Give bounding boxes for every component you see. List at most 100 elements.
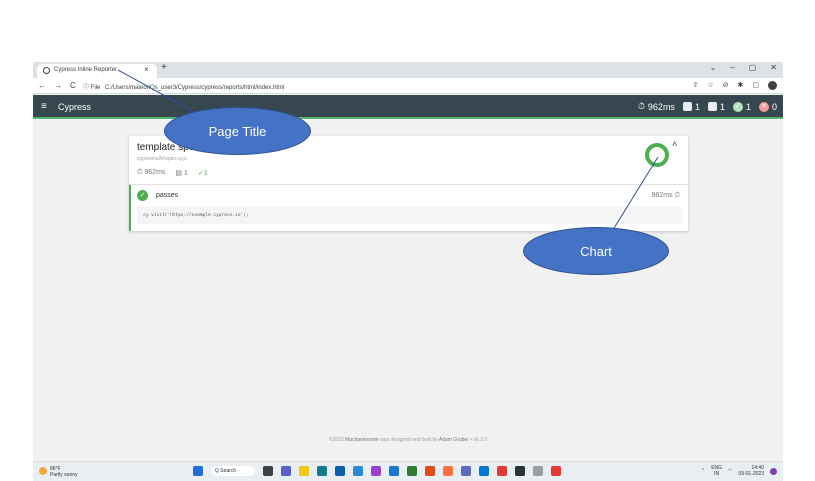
extension-icons: ⇪ ☆ ⊘ ✱ ▢ <box>692 81 777 90</box>
bookmark-star-icon[interactable]: ☆ <box>707 81 713 90</box>
passes-filter[interactable]: ✓ 1 <box>732 101 751 112</box>
outlook-icon[interactable] <box>389 466 399 476</box>
test-code: cy.visit('https://example.cypress.io'); <box>137 207 682 224</box>
footer-version: • v6.2.0 <box>470 437 488 443</box>
terminal-icon[interactable] <box>515 466 525 476</box>
duration-value: 962ms <box>647 101 675 112</box>
tray-chevron-icon[interactable]: ⌃ <box>701 468 705 474</box>
minimize-button[interactable]: – <box>730 63 734 72</box>
language-indicator[interactable]: ENG IN <box>711 465 722 477</box>
nav-buttons: ← → C <box>38 81 76 90</box>
tests-filter[interactable]: 1 <box>707 102 725 112</box>
new-tab-button[interactable]: + <box>161 62 167 73</box>
failures-count: 0 <box>771 101 777 112</box>
pass-check-icon: ✓ <box>137 190 148 201</box>
taskbar-apps: Q Search <box>193 466 561 476</box>
suite-duration-value: 962ms <box>144 169 166 176</box>
report-title: Cypress <box>58 102 92 112</box>
site-info-label[interactable]: ⓘ File <box>83 85 100 91</box>
page-title-callout: Page Title <box>164 107 311 155</box>
url-field[interactable]: ⓘ File C:/Users/mateoriQs_user3/Cypress/… <box>83 82 284 91</box>
sidepanel-icon[interactable]: ▢ <box>752 81 759 90</box>
store-icon[interactable] <box>335 466 345 476</box>
suites-count: 1 <box>694 101 700 112</box>
browser-tabbar: Cypress Inline Reporter × + ⌄ – ▢ ✕ <box>33 62 783 78</box>
suite-stats: ⏱ 962ms ▤ 1 ✓1 <box>137 169 208 177</box>
chart-pass-arc <box>645 143 669 167</box>
teams-icon[interactable] <box>461 466 471 476</box>
chrome-icon[interactable] <box>497 466 507 476</box>
taskbar-search[interactable]: Q Search <box>211 466 255 476</box>
suite-duration: ⏱ 962ms <box>137 169 166 176</box>
file-explorer-icon[interactable] <box>299 466 309 476</box>
notification-icon[interactable] <box>770 467 777 475</box>
app-l-icon[interactable] <box>353 466 363 476</box>
window-controls: ⌄ – ▢ ✕ <box>710 63 777 72</box>
firefox-icon[interactable] <box>443 466 453 476</box>
collapse-toggle-icon[interactable]: ˄ <box>672 139 677 149</box>
share-icon[interactable]: ⇪ <box>692 81 698 90</box>
forward-button[interactable]: → <box>54 81 62 90</box>
navbar-stats: ⏱ 962ms 1 1 ✓ 1 ✕ 0 <box>638 101 777 112</box>
weather-text: 86°F Partly sunny <box>50 466 78 478</box>
chat-icon[interactable] <box>281 466 291 476</box>
wifi-icon[interactable]: ◠ <box>728 468 732 474</box>
footer-author-link[interactable]: Adam Gruber <box>439 437 469 443</box>
test-title: passes <box>156 192 179 199</box>
suites-filter[interactable]: 1 <box>682 101 700 112</box>
test-row[interactable]: ✓ passes 962ms ⏱ cy.visit('https://examp… <box>129 185 688 231</box>
test-duration-value: 962ms <box>651 192 673 199</box>
puzzle-icon[interactable]: ✱ <box>738 81 744 90</box>
failures-filter[interactable]: ✕ 0 <box>758 101 777 112</box>
region-code: IN <box>714 471 720 477</box>
tests-icon <box>707 102 717 111</box>
profile-avatar[interactable] <box>768 81 777 90</box>
duration-stat: ⏱ 962ms <box>638 101 675 112</box>
check-icon: ✓ <box>732 101 743 112</box>
close-tab-icon[interactable]: × <box>144 65 149 74</box>
test-duration: 962ms ⏱ <box>651 192 680 199</box>
app-orange-icon[interactable] <box>425 466 435 476</box>
suite-file: cypress\e2e\spec.cy.js <box>137 156 187 162</box>
footer-copyright: ©2023 <box>328 437 344 443</box>
start-icon[interactable] <box>193 466 203 476</box>
chart-callout: Chart <box>523 227 669 275</box>
screen: Cypress Inline Reporter × + ⌄ – ▢ ✕ ← → … <box>33 62 783 481</box>
close-window-button[interactable]: ✕ <box>770 63 777 72</box>
suite-passes: ✓1 <box>197 170 208 177</box>
taskbar: 86°F Partly sunny Q Search ⌃ ENG IN ◠ 14… <box>33 461 783 481</box>
chrome-2-icon[interactable] <box>551 466 561 476</box>
app-purple-icon[interactable] <box>371 466 381 476</box>
excel-icon[interactable] <box>407 466 417 476</box>
tab-search-icon[interactable]: ⌄ <box>710 63 717 72</box>
x-icon: ✕ <box>758 101 769 112</box>
url-text: C:/Users/mateoriQs_user3/Cypress/cypress… <box>105 85 285 91</box>
address-bar: ← → C ⓘ File C:/Users/mateoriQs_user3/Cy… <box>33 78 783 94</box>
maximize-button[interactable]: ▢ <box>749 63 757 72</box>
tab-title: Cypress Inline Reporter <box>54 67 118 73</box>
sun-icon <box>39 467 47 475</box>
taskview-icon[interactable] <box>263 466 273 476</box>
suites-icon <box>682 102 692 111</box>
suite-tests-value: 1 <box>183 170 188 177</box>
system-tray: ⌃ ENG IN ◠ 14:40 09-01-2023 <box>701 465 777 477</box>
browser-tab[interactable]: Cypress Inline Reporter × <box>37 64 157 78</box>
clock[interactable]: 14:40 09-01-2023 <box>738 465 764 477</box>
edge-icon[interactable] <box>317 466 327 476</box>
footer-brand-link[interactable]: Mochawesome <box>345 437 379 443</box>
weather-desc: Partly sunny <box>50 472 78 478</box>
menu-icon[interactable]: ≡ <box>41 101 47 112</box>
suite-chart <box>645 143 669 167</box>
settings-icon[interactable] <box>533 466 543 476</box>
globe-icon <box>43 67 50 74</box>
report-navbar: ≡ Cypress ⏱ 962ms 1 1 ✓ 1 ✕ 0 <box>33 95 783 119</box>
weather-widget[interactable]: 86°F Partly sunny <box>39 466 78 478</box>
stopwatch-icon: ⏱ <box>637 101 645 111</box>
extension-icon[interactable]: ⊘ <box>723 81 729 90</box>
vscode-icon[interactable] <box>479 466 489 476</box>
report-footer: ©2023 Mochawesome was designed and built… <box>33 437 783 443</box>
reload-button[interactable]: C <box>70 81 76 90</box>
footer-text: was designed and built by <box>380 437 438 443</box>
back-button[interactable]: ← <box>38 81 46 90</box>
clock-date: 09-01-2023 <box>738 471 764 477</box>
